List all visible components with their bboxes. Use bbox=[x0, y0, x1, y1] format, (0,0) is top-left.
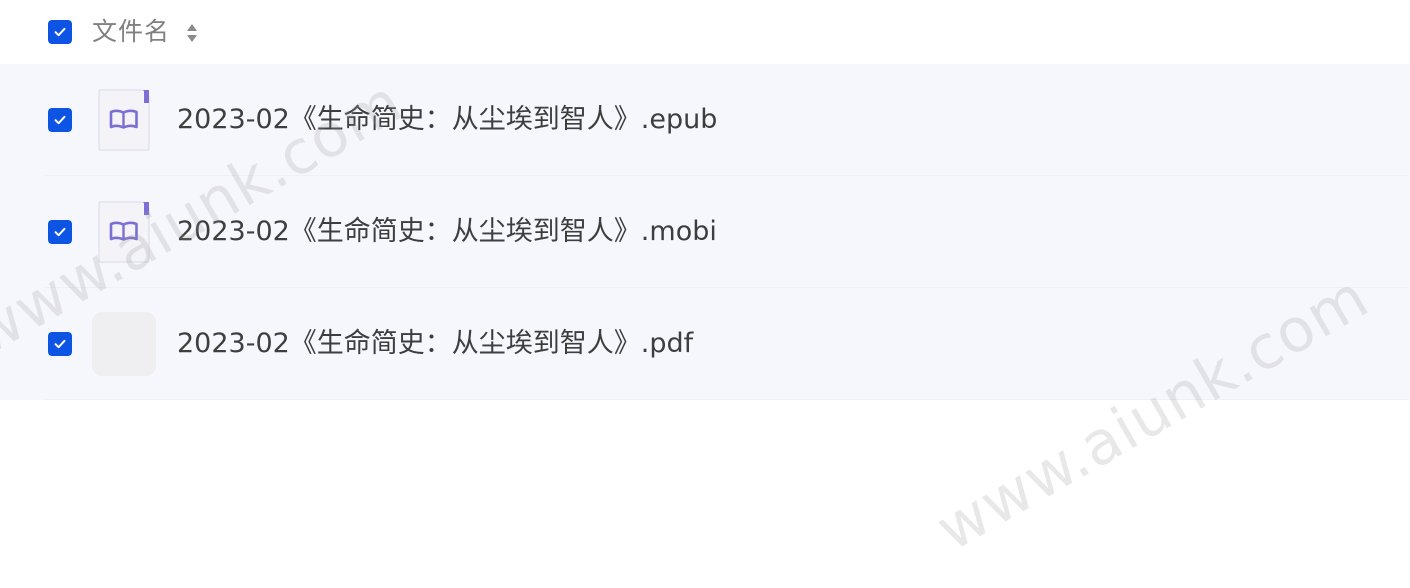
file-row[interactable]: 2023-02《生命简史：从尘埃到智人》.epub bbox=[0, 64, 1410, 176]
book-file-icon bbox=[98, 89, 150, 151]
checkmark-icon bbox=[54, 339, 66, 349]
row-checkbox[interactable] bbox=[48, 108, 72, 132]
column-header-filename[interactable]: 文件名 bbox=[92, 16, 170, 48]
select-all-checkbox[interactable] bbox=[48, 20, 72, 44]
file-thumbnail-placeholder bbox=[92, 312, 156, 376]
file-row[interactable]: 2023-02《生命简史：从尘埃到智人》.pdf bbox=[0, 288, 1410, 400]
checkmark-icon bbox=[54, 27, 66, 37]
sort-icon[interactable] bbox=[185, 21, 199, 45]
file-list-header: 文件名 bbox=[0, 0, 1410, 64]
file-list: 2023-02《生命简史：从尘埃到智人》.epub 2023-02《生命简史：从… bbox=[0, 64, 1410, 400]
checkmark-icon bbox=[54, 227, 66, 237]
book-file-icon bbox=[98, 201, 150, 263]
file-name[interactable]: 2023-02《生命简史：从尘埃到智人》.mobi bbox=[177, 214, 717, 250]
row-checkbox[interactable] bbox=[48, 220, 72, 244]
row-divider bbox=[44, 399, 1410, 400]
checkmark-icon bbox=[54, 115, 66, 125]
row-checkbox[interactable] bbox=[48, 332, 72, 356]
file-name[interactable]: 2023-02《生命简史：从尘埃到智人》.pdf bbox=[177, 326, 693, 362]
file-row[interactable]: 2023-02《生命简史：从尘埃到智人》.mobi bbox=[0, 176, 1410, 288]
file-name[interactable]: 2023-02《生命简史：从尘埃到智人》.epub bbox=[177, 102, 717, 138]
